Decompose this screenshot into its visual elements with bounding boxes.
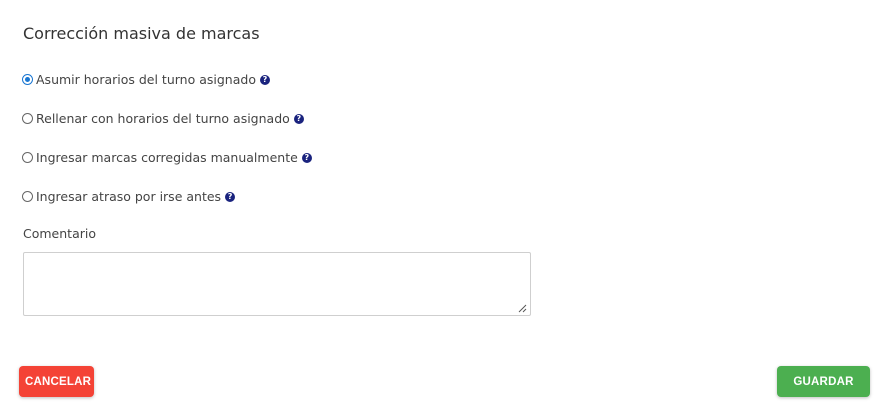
- comment-textarea[interactable]: [23, 252, 531, 316]
- radio-early-leave-delay[interactable]: [22, 191, 33, 202]
- resize-grip-icon[interactable]: [517, 303, 527, 313]
- bulk-mark-correction-dialog: Corrección masiva de marcas Asumir horar…: [0, 0, 889, 415]
- help-icon[interactable]: ?: [293, 113, 304, 124]
- option-label: Rellenar con horarios del turno asignado: [36, 111, 290, 126]
- radio-manual-marks[interactable]: [22, 152, 33, 163]
- help-icon[interactable]: ?: [301, 152, 312, 163]
- option-early-leave-delay[interactable]: Ingresar atraso por irse antes ?: [22, 189, 236, 204]
- radio-assume-shift-hours[interactable]: [22, 74, 33, 85]
- option-label: Ingresar marcas corregidas manualmente: [36, 150, 298, 165]
- save-button[interactable]: GUARDAR: [777, 366, 870, 397]
- help-icon[interactable]: ?: [259, 74, 270, 85]
- option-assume-shift-hours[interactable]: Asumir horarios del turno asignado ?: [22, 72, 270, 87]
- option-fill-shift-hours[interactable]: Rellenar con horarios del turno asignado…: [22, 111, 304, 126]
- option-manual-marks[interactable]: Ingresar marcas corregidas manualmente ?: [22, 150, 312, 165]
- comment-label: Comentario: [23, 226, 96, 241]
- dialog-title: Corrección masiva de marcas: [23, 24, 260, 43]
- option-label: Asumir horarios del turno asignado: [36, 72, 256, 87]
- help-icon[interactable]: ?: [225, 191, 236, 202]
- radio-fill-shift-hours[interactable]: [22, 113, 33, 124]
- option-label: Ingresar atraso por irse antes: [36, 189, 222, 204]
- cancel-button[interactable]: CANCELAR: [19, 366, 94, 397]
